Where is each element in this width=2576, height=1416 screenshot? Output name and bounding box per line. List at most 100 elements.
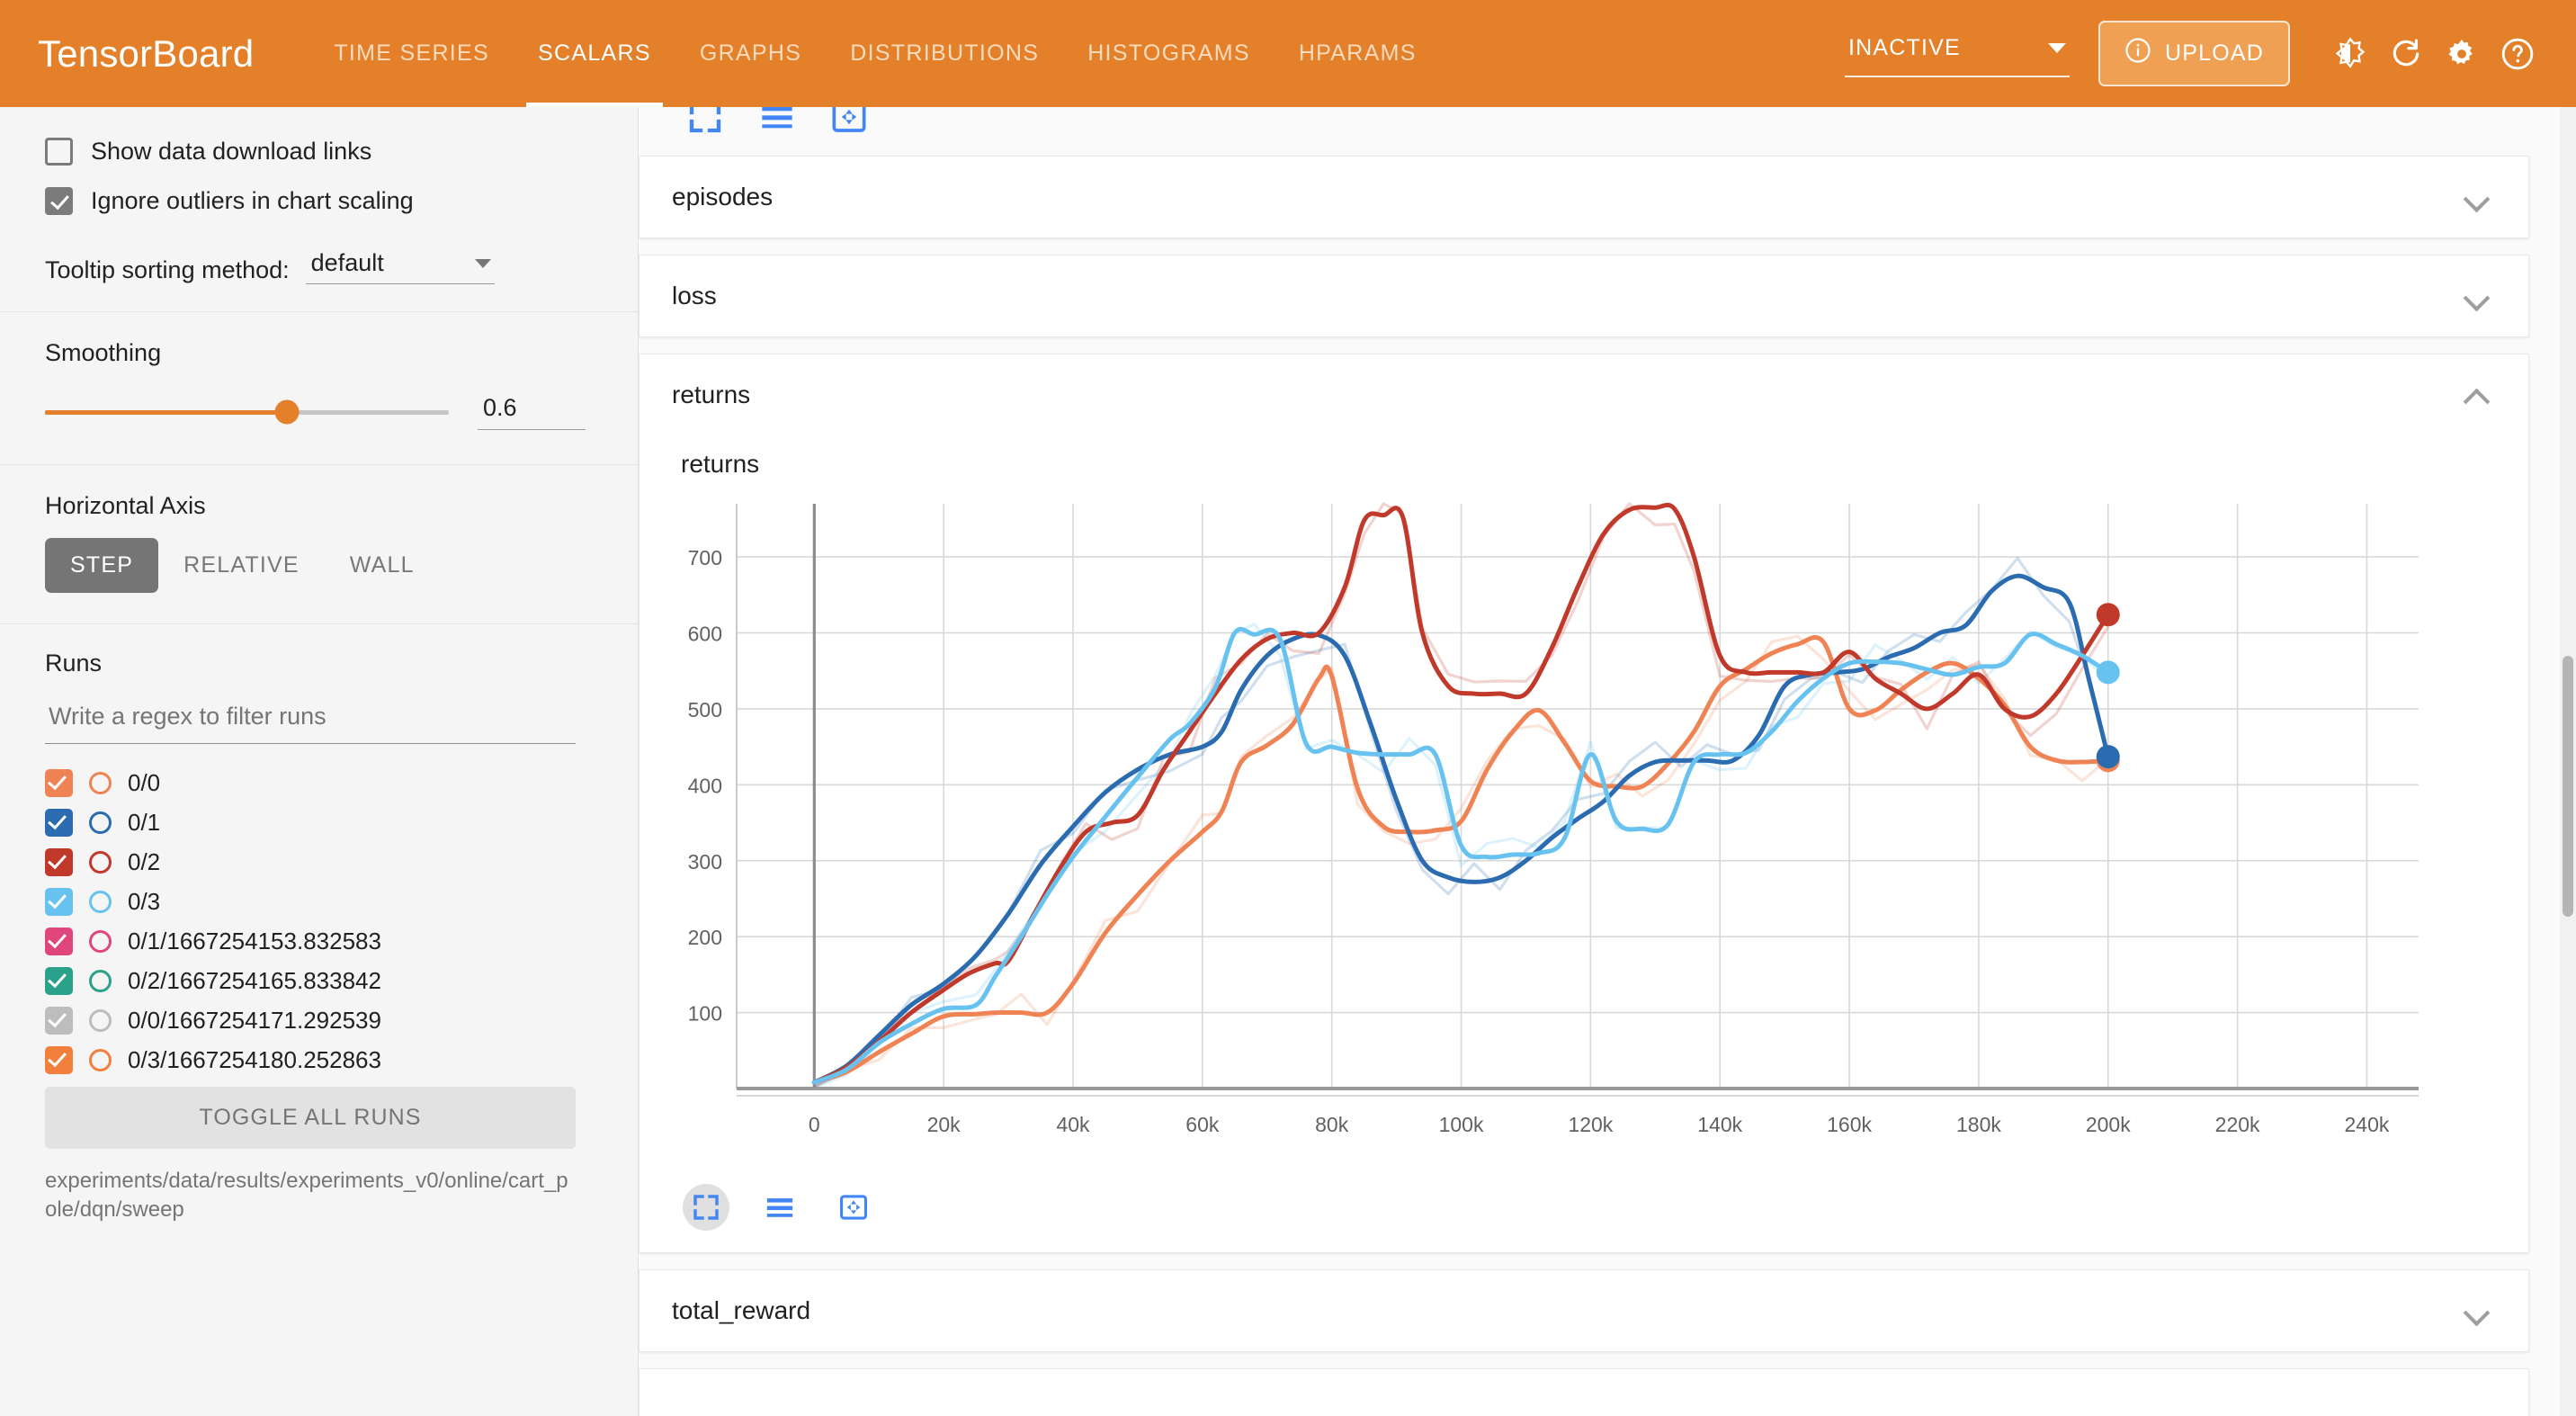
- chevron-down-icon[interactable]: [2465, 1299, 2489, 1322]
- run-checkbox[interactable]: [45, 809, 73, 837]
- tooltip-sorting-label: Tooltip sorting method:: [45, 256, 290, 284]
- run-item-0-2-1667254165[interactable]: 0/2/1667254165.833842: [45, 967, 586, 995]
- section-header-episodes[interactable]: episodes: [640, 157, 2528, 237]
- tab-distributions[interactable]: DISTRIBUTIONS: [826, 0, 1063, 107]
- x-axis-tick-label: 240k: [2345, 1113, 2390, 1136]
- run-item-0-1[interactable]: 0/1: [45, 809, 586, 837]
- checkbox-box: [45, 138, 73, 166]
- run-item-0-2[interactable]: 0/2: [45, 848, 586, 876]
- returns-line-chart[interactable]: 100200300400500600700020k40k60k80k100k12…: [640, 488, 2456, 1171]
- section-card-loss: loss: [639, 255, 2529, 337]
- series-endpoint-0-2[interactable]: [2097, 603, 2120, 626]
- run-color-circle[interactable]: [89, 772, 112, 794]
- sidebar-horizontal-axis: Horizontal Axis STEP RELATIVE WALL: [0, 465, 638, 623]
- run-checkbox[interactable]: [45, 1046, 73, 1074]
- section-header-loss[interactable]: loss: [640, 255, 2528, 336]
- gear-icon[interactable]: [2434, 26, 2490, 82]
- main-inner: episodes loss returns returns: [639, 107, 2576, 1416]
- section-header-total-reward[interactable]: total_reward: [640, 1270, 2528, 1351]
- chevron-down-icon: [475, 259, 491, 268]
- run-item-0-0[interactable]: 0/0: [45, 769, 586, 797]
- toggle-all-runs-button[interactable]: TOGGLE ALL RUNS: [45, 1087, 576, 1149]
- main-scrollbar[interactable]: [2560, 107, 2576, 1416]
- run-color-circle[interactable]: [89, 811, 112, 834]
- run-color-circle[interactable]: [89, 970, 112, 992]
- run-checkbox[interactable]: [45, 967, 73, 995]
- haxis-option-wall[interactable]: WALL: [325, 538, 440, 593]
- smoothing-value-input[interactable]: 0.6: [478, 394, 586, 430]
- y-axis-tick-label: 200: [688, 926, 722, 949]
- section-title-returns: returns: [672, 381, 750, 409]
- run-label: 0/1: [128, 809, 160, 837]
- tab-histograms[interactable]: HISTOGRAMS: [1063, 0, 1275, 107]
- run-color-circle[interactable]: [89, 930, 112, 953]
- list-icon[interactable]: [756, 1184, 803, 1231]
- smoothing-slider[interactable]: [45, 410, 449, 415]
- smoothing-row: 0.6: [45, 394, 586, 430]
- run-item-0-0-1667254171[interactable]: 0/0/1667254171.292539: [45, 1007, 586, 1035]
- help-icon[interactable]: [2490, 26, 2545, 82]
- tooltip-sorting-row: Tooltip sorting method: default: [45, 237, 586, 284]
- fullscreen-icon[interactable]: [683, 1184, 729, 1231]
- refresh-icon[interactable]: [2378, 26, 2434, 82]
- list-icon[interactable]: [759, 107, 795, 139]
- app-brand: TensorBoard: [38, 32, 254, 76]
- run-color-circle[interactable]: [89, 1009, 112, 1032]
- top-chart-toolbar: [639, 107, 2529, 139]
- reload-status-select[interactable]: INACTIVE: [1845, 30, 2070, 77]
- section-card-episodes: episodes: [639, 156, 2529, 238]
- run-checkbox[interactable]: [45, 1007, 73, 1035]
- section-card-next: [639, 1368, 2529, 1416]
- x-axis-tick-label: 100k: [1439, 1113, 1484, 1136]
- run-item-0-3-1667254180[interactable]: 0/3/1667254180.252863: [45, 1046, 586, 1074]
- ignore-outliers-label: Ignore outliers in chart scaling: [91, 187, 414, 215]
- run-color-circle[interactable]: [89, 1049, 112, 1071]
- chart-plot-area[interactable]: 100200300400500600700020k40k60k80k100k12…: [640, 488, 2528, 1171]
- smoothing-slider-thumb[interactable]: [275, 400, 300, 425]
- ignore-outliers-checkbox[interactable]: Ignore outliers in chart scaling: [45, 187, 586, 215]
- run-color-circle[interactable]: [89, 851, 112, 874]
- info-icon: [2124, 37, 2151, 70]
- y-axis-tick-label: 100: [688, 1002, 722, 1026]
- pan-icon[interactable]: [831, 107, 867, 139]
- brightness-icon[interactable]: [2322, 26, 2378, 82]
- tooltip-sorting-select[interactable]: default: [306, 249, 495, 284]
- section-header-returns[interactable]: returns: [640, 354, 2528, 435]
- haxis-option-step[interactable]: STEP: [45, 538, 158, 593]
- run-checkbox[interactable]: [45, 769, 73, 797]
- runs-path-text: experiments/data/results/experiments_v0/…: [45, 1167, 576, 1225]
- runs-title: Runs: [45, 650, 586, 677]
- section-title-loss: loss: [672, 282, 717, 310]
- x-axis-tick-label: 0: [809, 1113, 820, 1136]
- run-checkbox[interactable]: [45, 928, 73, 955]
- series-endpoint-0-3[interactable]: [2097, 660, 2120, 684]
- haxis-option-relative[interactable]: RELATIVE: [158, 538, 325, 593]
- run-color-circle[interactable]: [89, 891, 112, 913]
- show-data-download-links-checkbox[interactable]: Show data download links: [45, 138, 586, 166]
- reload-status-value: INACTIVE: [1848, 35, 1961, 61]
- run-item-0-1-1667254153[interactable]: 0/1/1667254153.832583: [45, 928, 586, 955]
- run-checkbox[interactable]: [45, 848, 73, 876]
- run-checkbox[interactable]: [45, 888, 73, 916]
- pan-icon[interactable]: [830, 1184, 877, 1231]
- tab-scalars[interactable]: SCALARS: [514, 0, 675, 107]
- y-axis-tick-label: 400: [688, 774, 722, 797]
- app-header: TensorBoard TIME SERIES SCALARS GRAPHS D…: [0, 0, 2576, 107]
- upload-button[interactable]: UPLOAD: [2098, 21, 2290, 86]
- series-endpoint-0-1[interactable]: [2097, 745, 2120, 768]
- chevron-up-icon[interactable]: [2465, 383, 2489, 407]
- x-axis-tick-label: 160k: [1827, 1113, 1872, 1136]
- runs-filter-input[interactable]: Write a regex to filter runs: [45, 697, 576, 744]
- chevron-down-icon[interactable]: [2465, 185, 2489, 209]
- header-actions: INACTIVE UPLOAD: [1845, 21, 2545, 86]
- fullscreen-icon[interactable]: [687, 107, 723, 139]
- run-label: 0/2/1667254165.833842: [128, 967, 381, 995]
- tab-hparams[interactable]: HPARAMS: [1275, 0, 1441, 107]
- tab-graphs[interactable]: GRAPHS: [675, 0, 826, 107]
- checkbox-box: [45, 187, 73, 215]
- main-scrollbar-thumb[interactable]: [2563, 656, 2573, 917]
- chevron-down-icon[interactable]: [2465, 284, 2489, 308]
- tab-time-series[interactable]: TIME SERIES: [309, 0, 514, 107]
- run-item-0-3[interactable]: 0/3: [45, 888, 586, 916]
- y-axis-tick-label: 300: [688, 850, 722, 874]
